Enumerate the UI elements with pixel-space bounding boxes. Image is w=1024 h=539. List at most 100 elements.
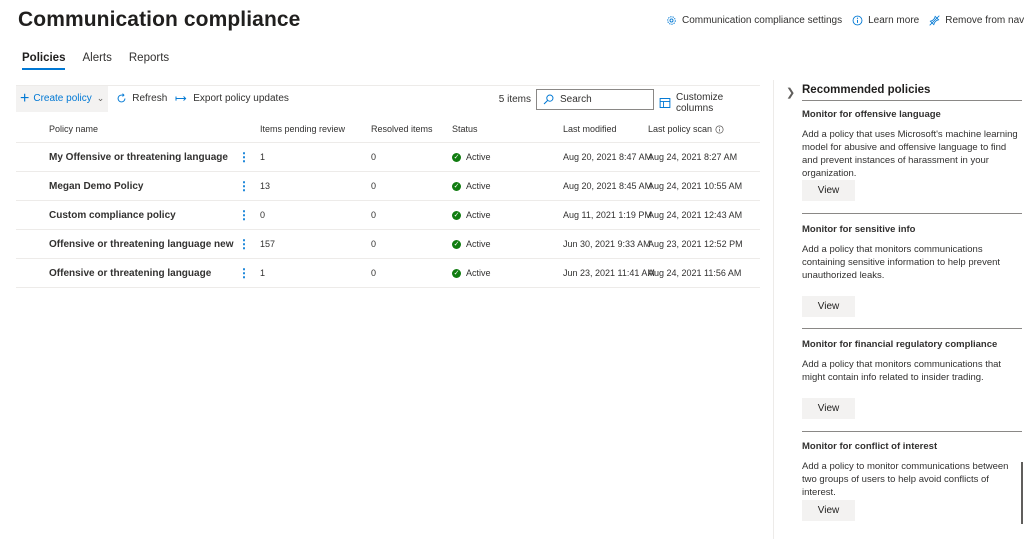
settings-link-label: Communication compliance settings [682,15,843,26]
status-label: Active [466,152,491,162]
tab-alerts[interactable]: Alerts [82,52,111,70]
panel-divider [773,80,774,539]
policy-name[interactable]: Offensive or threatening language new [49,230,233,258]
recommendation-description: Add a policy that monitors communication… [802,359,1002,383]
plus-icon: + [20,89,30,107]
export-button[interactable]: Export policy updates [175,93,289,104]
tab-reports[interactable]: Reports [129,52,169,70]
column-header-modified[interactable]: Last modified [563,116,617,142]
create-policy-button[interactable]: + Create policy ⌄ [16,85,109,112]
table-row[interactable]: Megan Demo Policy ⋮ 13 0 ✓ Active Aug 20,… [16,172,760,201]
more-options-icon[interactable]: ⋮ [238,143,250,171]
search-placeholder: Search [560,94,592,105]
last-modified: Aug 11, 2021 1:19 PM [563,210,652,220]
recommendation-description: Add a policy that uses Microsoft's machi… [802,129,1018,179]
page-title: Communication compliance [18,8,301,31]
table-row[interactable]: My Offensive or threatening language ⋮ 1… [16,143,760,172]
table-row[interactable]: Custom compliance policy ⋮ 0 0 ✓ Active A… [16,201,760,230]
last-scan: Aug 23, 2021 12:52 PM [648,239,743,249]
resolved-count: 0 [371,239,377,249]
resolved-count: 0 [371,268,377,278]
table-row[interactable]: Offensive or threatening language new ⋮ … [16,230,760,259]
recommendation-divider [802,328,1022,329]
view-button[interactable]: View [802,398,855,419]
column-header-scan[interactable]: Last policy scan [648,116,724,142]
refresh-label: Refresh [132,93,168,104]
policy-name[interactable]: Megan Demo Policy [49,172,143,200]
last-modified: Jun 23, 2021 11:41 AM [563,268,655,278]
recommendation-title: Monitor for offensive language [802,109,941,120]
recommendation-divider [802,213,1022,214]
learn-more-link[interactable]: Learn more [852,15,919,26]
more-options-icon[interactable]: ⋮ [238,172,250,200]
create-policy-label: Create policy [33,93,92,104]
policy-name[interactable]: Custom compliance policy [49,201,176,229]
recommendation-card: Monitor for conflict of interest Add a p… [802,441,1024,521]
status-badge: ✓ Active [452,143,491,171]
recommendation-card: Monitor for offensive language Add a pol… [802,109,1024,201]
tab-bar: Policies Alerts Reports [22,52,169,70]
column-header-name[interactable]: Policy name [49,116,98,142]
view-button[interactable]: View [802,500,855,521]
toolbar: + Create policy ⌄ Refresh Export policy … [16,85,760,114]
check-circle-icon: ✓ [452,210,461,220]
last-modified: Aug 20, 2021 8:45 AM [563,181,653,191]
recommendation-title: Monitor for financial regulatory complia… [802,339,998,350]
search-input[interactable]: Search [536,89,654,110]
header-links: Communication compliance settings Learn … [666,15,1024,26]
panel-title: Recommended policies [802,84,931,96]
items-count: 5 items [498,94,531,105]
last-modified: Aug 20, 2021 8:47 AM [563,152,653,162]
learn-more-label: Learn more [868,15,920,26]
column-header-pending[interactable]: Items pending review [260,116,345,142]
remove-navigation-link[interactable]: Remove from navigation [929,15,1024,26]
scrollbar-thumb[interactable] [1021,462,1023,524]
more-options-icon[interactable]: ⋮ [238,230,250,258]
chevron-down-icon: ⌄ [96,93,105,103]
last-scan: Aug 24, 2021 11:56 AM [648,268,742,278]
check-circle-icon: ✓ [452,152,461,162]
resolved-count: 0 [371,181,377,191]
chevron-right-icon[interactable]: ❯ [786,86,795,99]
policy-name[interactable]: My Offensive or threatening language [49,143,228,171]
refresh-icon [116,93,127,104]
last-modified: Jun 30, 2021 9:33 AM [563,239,651,249]
more-options-icon[interactable]: ⋮ [238,259,250,287]
status-badge: ✓ Active [452,259,491,287]
info-icon[interactable] [715,124,724,134]
export-label: Export policy updates [193,93,289,104]
refresh-button[interactable]: Refresh [116,93,167,104]
remove-navigation-label: Remove from navigation [945,15,1024,26]
pending-count: 1 [260,152,266,162]
gear-icon [666,15,677,26]
view-button[interactable]: View [802,296,855,317]
search-icon [543,94,554,105]
view-button[interactable]: View [802,180,855,201]
column-header-status[interactable]: Status [452,116,478,142]
pending-count: 0 [260,210,266,220]
pending-count: 1 [260,268,266,278]
last-scan: Aug 24, 2021 12:43 AM [648,210,743,220]
columns-icon [659,97,671,109]
customize-columns-button[interactable]: Customize columns [659,92,760,114]
recommendation-title: Monitor for conflict of interest [802,441,938,452]
column-header-scan-label: Last policy scan [648,124,713,134]
status-label: Active [466,239,491,249]
table-header: Policy name Items pending review Resolve… [16,116,760,143]
resolved-count: 0 [371,210,377,220]
table-row[interactable]: Offensive or threatening language ⋮ 1 0 … [16,259,760,288]
unpin-icon [929,15,940,26]
check-circle-icon: ✓ [452,268,461,278]
last-scan: Aug 24, 2021 10:55 AM [648,181,743,191]
resolved-count: 0 [371,152,377,162]
tab-policies[interactable]: Policies [22,52,66,70]
settings-link[interactable]: Communication compliance settings [666,15,842,26]
recommendation-description: Add a policy to monitor communications b… [802,461,1009,498]
policy-name[interactable]: Offensive or threatening language [49,259,211,287]
export-arrow-icon [175,93,188,104]
column-header-resolved[interactable]: Resolved items [371,116,433,142]
status-label: Active [466,268,491,278]
more-options-icon[interactable]: ⋮ [238,201,250,229]
status-badge: ✓ Active [452,230,491,258]
pending-count: 157 [260,239,276,249]
